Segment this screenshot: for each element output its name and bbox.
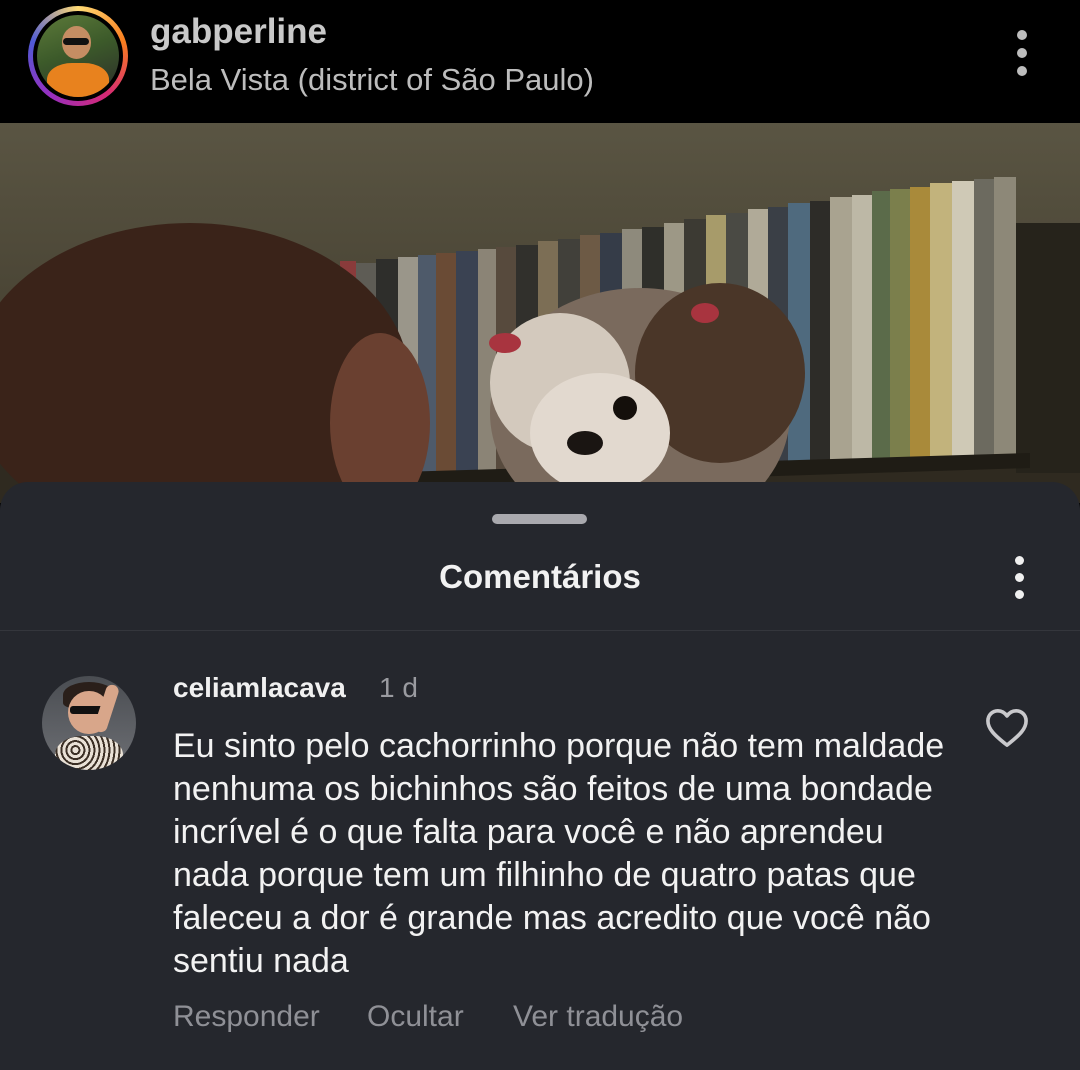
sheet-divider — [0, 630, 1080, 631]
post-header: gabperline Bela Vista (district of São P… — [0, 0, 1080, 123]
commenter-avatar[interactable] — [42, 676, 136, 770]
see-translation-button[interactable]: Ver tradução — [513, 1000, 683, 1034]
sheet-title: Comentários — [439, 558, 641, 595]
comment-username[interactable]: celiamlacava — [173, 672, 346, 704]
comment-text: Eu sinto pelo cachorrinho porque não tem… — [173, 727, 945, 980]
post-image[interactable] — [0, 123, 1080, 503]
post-location[interactable]: Bela Vista (district of São Paulo) — [150, 62, 594, 98]
author-username[interactable]: gabperline — [150, 12, 327, 52]
comments-sheet: Comentários celiamlacava 1 d Eu sinto pe… — [0, 482, 1080, 1070]
post-photo-scene — [0, 177, 1080, 503]
author-avatar[interactable] — [28, 6, 128, 106]
more-options-icon[interactable] — [1004, 30, 1040, 82]
heart-outline-icon[interactable] — [984, 706, 1030, 748]
sheet-more-options-icon[interactable] — [1004, 556, 1034, 608]
drag-handle[interactable] — [492, 514, 587, 524]
reply-button[interactable]: Responder — [173, 1000, 320, 1034]
comment-timestamp: 1 d — [379, 672, 418, 703]
hide-button[interactable]: Ocultar — [367, 1000, 464, 1034]
